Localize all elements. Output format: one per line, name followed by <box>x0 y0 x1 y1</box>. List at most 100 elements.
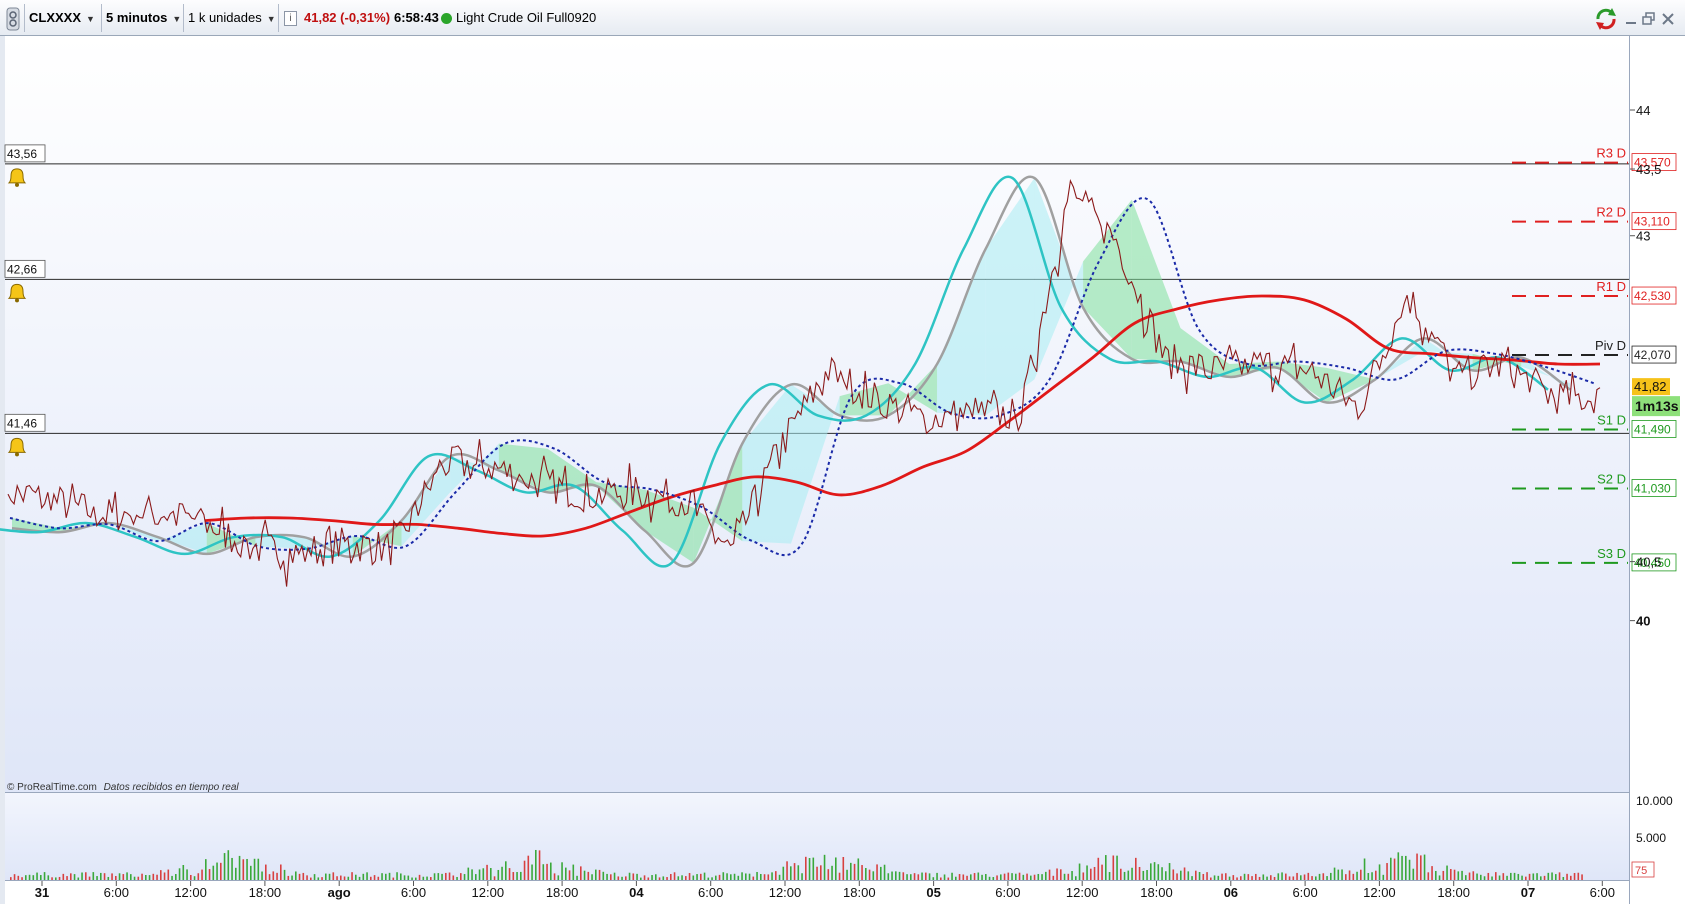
volume-bar <box>835 857 837 880</box>
volume-bar <box>943 874 946 880</box>
time-tick-label: 6:00 <box>104 885 129 900</box>
volume-bar <box>1082 872 1085 880</box>
timeframe-label: 5 minutos <box>106 10 168 25</box>
volume-bar <box>40 875 42 880</box>
volume-bar <box>163 872 166 880</box>
units-selector[interactable]: 1 k unidades ▼ <box>188 0 276 36</box>
volume-bar <box>1228 876 1231 880</box>
volume-bar <box>1251 876 1253 880</box>
volume-bar <box>1172 869 1175 880</box>
pivot-name: S1 D <box>1597 412 1626 427</box>
symbol-selector[interactable]: CLXXXX ▼ <box>29 0 95 36</box>
volume-bar <box>403 875 406 880</box>
volume-bar <box>1307 872 1310 880</box>
volume-bar <box>666 877 668 880</box>
volume-bar <box>1127 870 1130 880</box>
volume-tick-label: 5.000 <box>1636 831 1666 845</box>
volume-bar <box>448 872 451 880</box>
chevron-down-icon: ▼ <box>172 14 182 24</box>
volume-bar <box>70 873 72 880</box>
volume-bar <box>1495 872 1497 880</box>
restore-icon[interactable] <box>1642 0 1656 36</box>
volume-bar <box>1480 874 1482 880</box>
volume-bar <box>1300 875 1302 880</box>
volume-bar <box>838 872 841 880</box>
volume-bar <box>973 873 976 880</box>
volume-bar <box>422 876 425 880</box>
volume-bar <box>130 874 132 880</box>
last-price: 41,82 (-0,31%) <box>304 10 391 25</box>
volume-bar <box>913 873 916 880</box>
volume-bar <box>1487 872 1490 880</box>
volume-bar <box>1438 875 1441 880</box>
volume-bar <box>861 865 863 880</box>
volume-bar <box>1146 869 1148 880</box>
volume-bar <box>1446 865 1448 880</box>
volume-bar <box>1236 877 1238 880</box>
info-icon[interactable]: i <box>284 0 297 36</box>
volume-bar <box>565 867 567 880</box>
volume-bar <box>602 871 605 880</box>
volume-bar <box>880 866 882 880</box>
volume-bar <box>253 858 256 880</box>
volume-bar <box>1048 869 1051 880</box>
chevron-down-icon: ▼ <box>86 14 95 24</box>
volume-bar <box>1093 866 1096 880</box>
minimize-icon[interactable] <box>1624 0 1638 36</box>
quote-time: 6:58:43 <box>394 10 439 25</box>
volume-bar <box>606 873 608 880</box>
volume-bar <box>523 860 526 880</box>
volume-bar <box>171 875 173 880</box>
volume-bar <box>460 873 462 880</box>
volume-bar <box>415 877 417 880</box>
volume-bar <box>767 874 770 880</box>
volume-bar <box>426 876 428 880</box>
volume-bar <box>1011 873 1013 880</box>
volume-bar <box>872 871 875 880</box>
volume-bar <box>1225 873 1227 880</box>
volume-bar <box>201 869 203 880</box>
volume-bar <box>1022 874 1025 880</box>
volume-bar <box>591 874 593 880</box>
volume-bar <box>958 874 961 880</box>
price-tick-label: 43 <box>1636 229 1650 244</box>
volume-bar <box>617 876 620 880</box>
volume-bar <box>550 862 552 880</box>
volume-bar <box>178 868 181 880</box>
volume-bar <box>748 873 751 880</box>
volume-bar <box>36 872 38 880</box>
volume-bar <box>1378 864 1381 880</box>
volume-bar <box>1270 875 1272 880</box>
volume-bar <box>1101 864 1103 880</box>
time-tick-label: 12:00 <box>769 885 802 900</box>
volume-bar <box>1532 873 1535 880</box>
volume-bar <box>1333 867 1336 880</box>
volume-bar <box>711 877 713 880</box>
close-icon[interactable] <box>1661 0 1675 36</box>
volume-bar <box>1180 870 1182 880</box>
volume-bar <box>347 876 350 880</box>
volume-bar <box>1375 870 1377 880</box>
volume-bar <box>107 876 110 880</box>
volume-bar <box>996 875 998 880</box>
refresh-icon[interactable] <box>1594 0 1618 36</box>
volume-bar <box>1566 873 1568 880</box>
timeframe-selector[interactable]: 5 minutos ▼ <box>106 0 181 36</box>
volume-bar <box>1041 874 1043 880</box>
volume-bar <box>208 869 211 880</box>
volume-bar <box>1056 868 1058 880</box>
volume-bar <box>141 873 143 880</box>
volume-bar <box>1198 872 1201 880</box>
price-chart[interactable]: 43,5642,6641,46 R3 D43,570R2 D43,110R1 D… <box>0 36 1685 904</box>
volume-bar <box>688 873 691 880</box>
volume-bar <box>756 871 758 880</box>
volume-bar <box>1007 872 1010 880</box>
volume-bar <box>118 873 121 880</box>
volume-bar <box>1105 855 1107 880</box>
volume-bar <box>1476 873 1478 880</box>
window-menu-icon[interactable] <box>6 0 20 36</box>
volume-bar <box>1288 876 1291 880</box>
time-tick-label: 6:00 <box>401 885 426 900</box>
volume-bar <box>216 862 218 880</box>
volume-bar <box>13 874 16 880</box>
